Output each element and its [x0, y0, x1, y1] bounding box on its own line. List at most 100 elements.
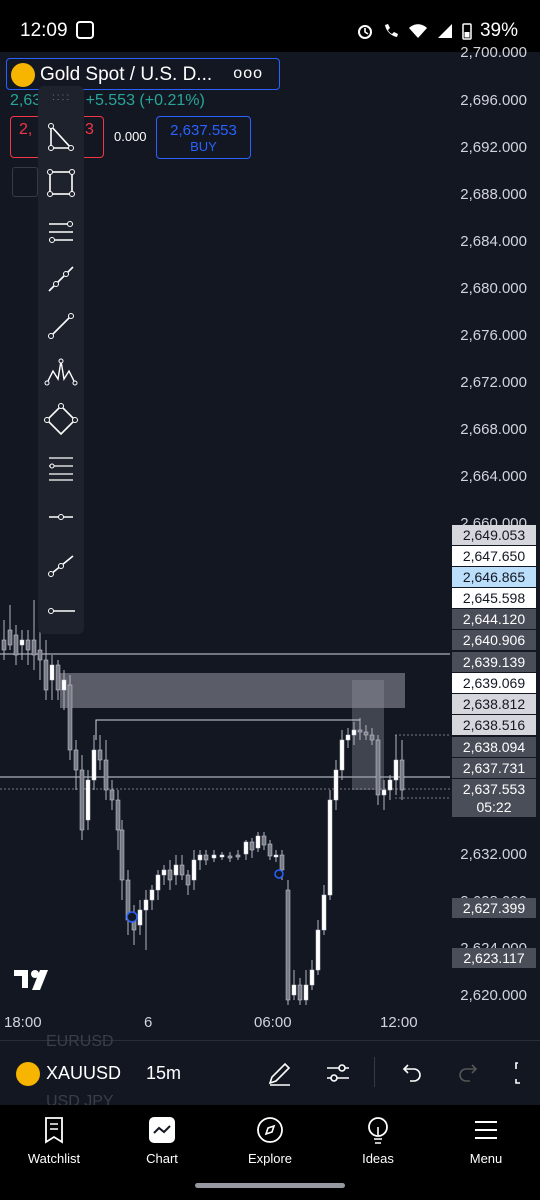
candle-body [227, 855, 233, 859]
ray-icon[interactable] [43, 546, 79, 582]
price-axis-label: 2,684.000 [460, 233, 527, 250]
candle-body [97, 749, 103, 761]
triangle-tool-icon[interactable] [43, 118, 79, 154]
candle-body [143, 899, 149, 911]
indicators-icon[interactable] [324, 1059, 352, 1087]
price-tag: 2,638.812 [452, 694, 536, 714]
price-tag: 2,649.053 [452, 525, 536, 545]
nav-watchlist[interactable]: Watchlist [9, 1115, 99, 1166]
candle-body [333, 769, 339, 801]
signal-icon [437, 24, 452, 38]
time-axis-label: 6 [144, 1014, 153, 1031]
price-axis-label: 2,620.000 [460, 987, 527, 1004]
candle-body [291, 984, 297, 996]
candle-body [197, 854, 203, 861]
marker-dot[interactable] [126, 911, 138, 923]
price-tag: 2,638.094 [452, 737, 536, 757]
status-time: 12:09 [20, 20, 68, 41]
candle-body [203, 854, 209, 861]
sell-price-tail: 3 [85, 121, 94, 138]
redo-icon[interactable] [456, 1059, 484, 1087]
candle-body [249, 841, 255, 851]
candle-body [149, 889, 155, 901]
nav-explore[interactable]: Explore [225, 1115, 315, 1166]
horizontal-line-tool-icon[interactable] [43, 593, 79, 629]
line-segment-icon[interactable] [43, 308, 79, 344]
rectangle-tool-icon[interactable] [43, 165, 79, 201]
nav-menu[interactable]: Menu [441, 1115, 531, 1166]
candle-body [273, 854, 279, 858]
fullscreen-icon[interactable] [512, 1059, 540, 1087]
symbol-selector[interactable]: XAUUSD [46, 1063, 121, 1084]
candle-body [37, 649, 43, 661]
time-axis-label: 06:00 [254, 1014, 292, 1031]
rotated-rectangle-icon[interactable] [43, 402, 79, 438]
chart-bottom-toolbar: EURUSD USD JPY XAUUSD 15m [0, 1033, 540, 1110]
interval-selector[interactable]: 15m [146, 1063, 181, 1084]
marker-dot[interactable] [274, 869, 284, 879]
symbol-title: Gold Spot / U.S. D... [40, 64, 213, 85]
candle-body [61, 679, 67, 691]
buy-button[interactable]: 2,637.553 BUY [156, 116, 251, 159]
candle-body [297, 984, 303, 1001]
drag-handle-icon[interactable]: :::: [52, 92, 71, 103]
nav-label: Menu [469, 1151, 503, 1166]
sell-price: 2, [19, 121, 33, 138]
drawing-toolbar[interactable]: :::: [38, 86, 84, 634]
nav-chart[interactable]: Chart [117, 1115, 207, 1166]
nav-label: Chart [146, 1151, 178, 1166]
chart-icon [149, 1117, 175, 1143]
candle-body [219, 854, 225, 858]
wifi-icon [408, 24, 427, 38]
price-axis-label: 2,696.000 [460, 92, 527, 109]
candle-body [67, 684, 73, 751]
price-tag: 2,637.553 [452, 779, 536, 799]
price-axis-label: 2,700.000 [460, 44, 527, 61]
candle-body [267, 843, 273, 857]
price-tag: 2,645.598 [452, 588, 536, 608]
lightbulb-icon [368, 1117, 388, 1144]
candle-body [345, 734, 351, 741]
fib-retracement-icon[interactable] [43, 214, 79, 250]
nav-ideas[interactable]: Ideas [333, 1115, 423, 1166]
price-change: +5.553 (+0.21%) [85, 92, 205, 109]
price-tag: 2,639.069 [452, 673, 536, 693]
candle-body [19, 639, 25, 646]
compass-icon [257, 1117, 283, 1143]
candle-body [79, 769, 85, 831]
gold-symbol-icon [16, 1062, 40, 1086]
status-bar: 12:09 39% [0, 0, 540, 60]
fib-extension-icon[interactable] [43, 450, 79, 486]
candle-body [43, 659, 49, 691]
menu-icon [475, 1121, 497, 1139]
candle-body [13, 634, 19, 656]
home-indicator[interactable] [195, 1183, 345, 1188]
undo-icon[interactable] [396, 1059, 424, 1087]
price-axis-label: 2,676.000 [460, 327, 527, 344]
watchlist-icon [45, 1117, 63, 1144]
nav-label: Ideas [362, 1151, 394, 1166]
candle-body [25, 639, 31, 651]
countdown-tag: 05:22 [452, 797, 536, 817]
range-bracket[interactable] [95, 719, 361, 740]
candle-body [137, 909, 143, 926]
horizontal-ray-icon[interactable] [43, 499, 79, 535]
candle-body [351, 729, 357, 736]
trend-line-icon[interactable] [43, 261, 79, 297]
ghost-symbol: EURUSD [46, 1033, 114, 1050]
candle-body [315, 929, 321, 971]
candle-body [279, 854, 285, 871]
candle-body [387, 779, 393, 791]
candle-body [255, 835, 261, 849]
candle-body [327, 799, 333, 896]
buy-label: BUY [190, 139, 217, 154]
pattern-tool-icon[interactable] [43, 355, 79, 391]
draw-pencil-icon[interactable] [266, 1059, 294, 1087]
candle-body [49, 664, 55, 681]
more-options-icon[interactable]: ooo [233, 65, 263, 83]
alarm-icon [357, 25, 372, 39]
collapse-toggle[interactable] [12, 167, 38, 197]
candle-body [179, 864, 185, 876]
candle-body [31, 639, 37, 656]
candle-body [369, 734, 375, 741]
